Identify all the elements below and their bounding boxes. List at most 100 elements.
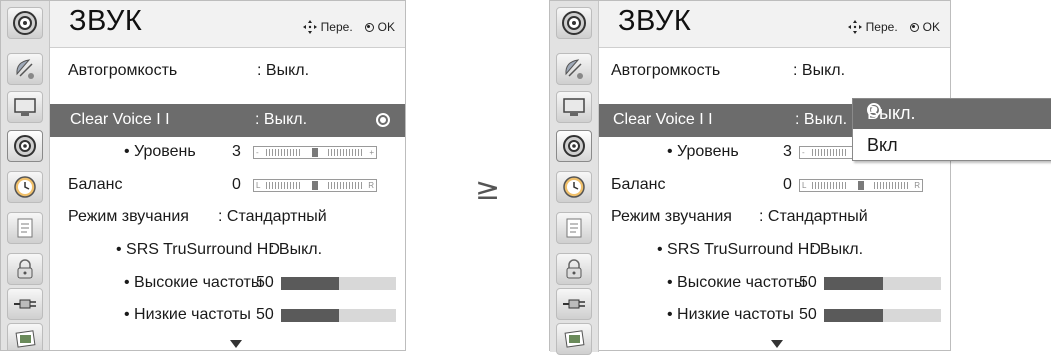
treble-label: • Высокие частоты	[124, 274, 263, 291]
treble-bar[interactable]	[824, 277, 941, 290]
category-icon-column	[1, 1, 50, 350]
slider-ticks	[328, 149, 364, 156]
level-label: • Уровень	[667, 143, 739, 160]
srs-value: : Выкл.	[811, 241, 864, 258]
input-plug-icon[interactable]	[7, 288, 43, 320]
slider-knob[interactable]	[858, 181, 864, 190]
option-icon[interactable]	[7, 212, 43, 244]
speaker-icon[interactable]	[556, 130, 592, 162]
speaker-top-icon	[7, 7, 43, 39]
sound-mode-label: Режим звучания	[68, 208, 189, 225]
treble-bar-fill	[281, 277, 339, 290]
balance-value: 0	[783, 176, 792, 193]
bass-bar-fill	[281, 309, 339, 322]
auto-volume-label: Автогромкость	[68, 62, 178, 79]
menu-item-level[interactable]: • Уровень 3 - +	[50, 136, 405, 169]
menu-item-bass[interactable]: • Низкие частоты 50	[599, 299, 950, 332]
slider-ticks	[874, 182, 910, 189]
bass-bar-fill	[824, 309, 883, 322]
sound-mode-value: : Стандартный	[759, 208, 868, 225]
slider-ticks	[266, 182, 302, 189]
slider-left-mark: L	[256, 181, 261, 190]
key-hints: Пере. OK	[847, 20, 940, 34]
speaker-icon[interactable]	[7, 130, 43, 162]
bass-value: 50	[256, 306, 274, 323]
option-icon[interactable]	[556, 212, 592, 244]
scroll-down-icon[interactable]	[230, 340, 242, 348]
treble-label: • Высокие частоты	[667, 274, 806, 291]
level-slider[interactable]: - +	[253, 146, 377, 159]
menu-item-treble[interactable]: • Высокие частоты 50	[50, 267, 405, 300]
sound-mode-label: Режим звучания	[611, 208, 732, 225]
balance-label: Баланс	[611, 176, 666, 193]
slider-ticks	[812, 149, 848, 156]
treble-bar-fill	[824, 277, 883, 290]
clear-voice-value: : Выкл.	[255, 111, 308, 128]
lock-icon[interactable]	[556, 253, 592, 285]
menu-item-balance[interactable]: Баланс 0 L R	[50, 169, 405, 202]
transition-arrow: ≥	[475, 172, 501, 207]
lock-icon[interactable]	[7, 253, 43, 285]
menu-item-balance[interactable]: Баланс 0 L R	[599, 169, 950, 202]
clock-icon[interactable]	[556, 171, 592, 203]
treble-bar[interactable]	[281, 277, 396, 290]
ok-hint: OK	[922, 20, 940, 34]
picture-monitor-icon[interactable]	[7, 91, 43, 123]
clock-icon[interactable]	[7, 171, 43, 203]
option-on[interactable]: Вкл	[853, 131, 1051, 161]
clear-voice-value: : Выкл.	[795, 111, 848, 128]
slider-ticks	[328, 182, 364, 189]
bass-value: 50	[799, 306, 817, 323]
level-value: 3	[783, 143, 792, 160]
sound-menu-list: Автогромкость : Выкл. Clear Voice I I : …	[50, 47, 405, 350]
slider-minus-mark: -	[802, 148, 805, 157]
srs-value: : Выкл.	[270, 241, 323, 258]
sound-menu-panel-after: ЗВУК Пере. OK Автогромкость : Выкл. Clea…	[549, 0, 1051, 355]
clear-voice-dropdown[interactable]: Выкл. Вкл	[852, 98, 1051, 161]
srs-label: • SRS TruSurround HD	[116, 241, 280, 258]
selected-radio-icon	[376, 113, 390, 127]
slider-knob[interactable]	[312, 148, 318, 157]
menu-item-srs[interactable]: • SRS TruSurround HD : Выкл.	[599, 234, 950, 267]
sound-menu-list: Автогромкость : Выкл. Clear Voice I I : …	[599, 47, 950, 350]
auto-volume-label: Автогромкость	[611, 62, 721, 79]
picture-monitor-icon[interactable]	[556, 91, 592, 123]
balance-slider[interactable]: L R	[799, 179, 923, 192]
bass-label: • Низкие частоты	[124, 306, 251, 323]
category-icon-column	[550, 1, 599, 355]
balance-value: 0	[232, 176, 241, 193]
key-hints: Пере. OK	[302, 20, 395, 34]
slider-right-mark: R	[368, 181, 374, 190]
menu-item-treble[interactable]: • Высокие частоты 50	[599, 267, 950, 300]
scroll-down-icon[interactable]	[771, 340, 783, 348]
navigation-arrows-icon	[847, 20, 862, 34]
menu-item-auto-volume[interactable]: Автогромкость : Выкл.	[50, 55, 405, 88]
photo-icon[interactable]	[556, 323, 592, 355]
ok-button-icon	[364, 22, 374, 32]
slider-minus-mark: -	[256, 148, 259, 157]
satellite-dish-icon[interactable]	[556, 53, 592, 85]
level-value: 3	[232, 143, 241, 160]
sound-mode-value: : Стандартный	[218, 208, 327, 225]
menu-item-clear-voice[interactable]: Clear Voice I I : Выкл.	[50, 104, 405, 137]
input-plug-icon[interactable]	[556, 288, 592, 320]
satellite-dish-icon[interactable]	[7, 53, 43, 85]
balance-slider[interactable]: L R	[253, 179, 377, 192]
menu-item-auto-volume[interactable]: Автогромкость : Выкл.	[599, 55, 950, 88]
bass-bar[interactable]	[281, 309, 396, 322]
menu-item-sound-mode[interactable]: Режим звучания : Стандартный	[50, 201, 405, 234]
slider-knob[interactable]	[312, 181, 318, 190]
slider-ticks	[266, 149, 302, 156]
menu-item-bass[interactable]: • Низкие частоты 50	[50, 299, 405, 332]
navigation-arrows-icon	[302, 20, 317, 34]
bass-bar[interactable]	[824, 309, 941, 322]
photo-icon[interactable]	[7, 323, 43, 350]
slider-ticks	[812, 182, 848, 189]
bass-label: • Низкие частоты	[667, 306, 794, 323]
menu-item-srs[interactable]: • SRS TruSurround HD : Выкл.	[50, 234, 405, 267]
sound-menu-panel-before: ЗВУК Пере. OK Автогромкость : Выкл. Clea…	[0, 0, 406, 351]
option-off[interactable]: Выкл.	[853, 99, 1051, 129]
menu-item-sound-mode[interactable]: Режим звучания : Стандартный	[599, 201, 950, 234]
slider-left-mark: L	[802, 181, 807, 190]
ok-hint: OK	[377, 20, 395, 34]
